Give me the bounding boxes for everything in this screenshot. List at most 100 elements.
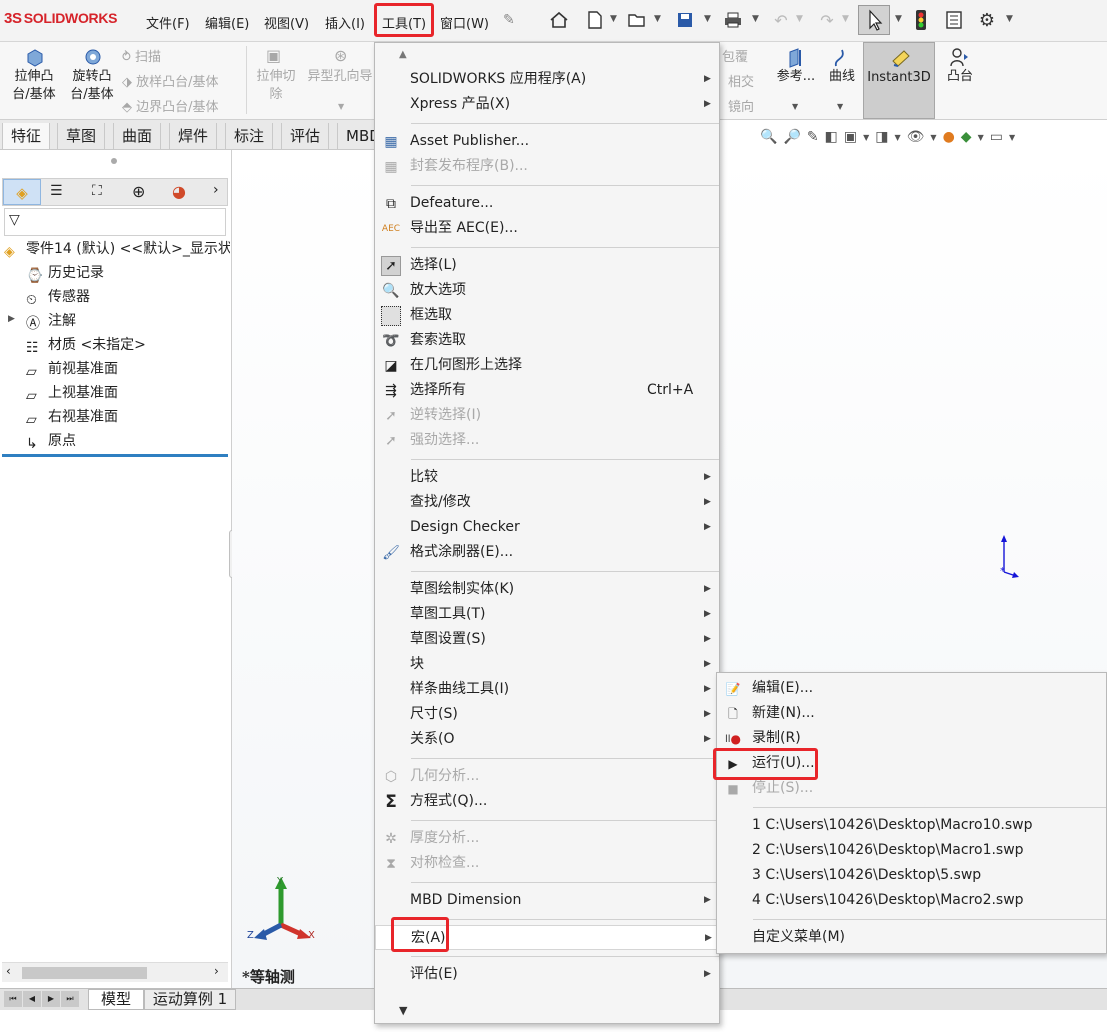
tab-surfaces[interactable]: 曲面 (113, 123, 162, 149)
hole-wizard-caret-icon[interactable]: ▼ (338, 102, 344, 111)
property-manager-tab-icon[interactable]: ☰ (50, 183, 63, 199)
new-caret-icon[interactable]: ▼ (610, 14, 617, 24)
tab-prev-icon[interactable]: ◀ (23, 991, 41, 1007)
previous-view-icon[interactable]: ✎ (807, 129, 819, 145)
select-caret-icon[interactable]: ▼ (895, 14, 902, 24)
menu-item-invert-selection[interactable]: ➚ 逆转选择(I) (375, 403, 719, 428)
tree-item-origin[interactable]: ↳ 原点 (26, 429, 76, 453)
macro-edit-item[interactable]: 📝 编辑(E)... (717, 676, 1106, 701)
menu-item-select[interactable]: ➚ 选择(L) (375, 253, 719, 278)
select-tool-button[interactable] (858, 5, 890, 35)
menu-item-magnify[interactable]: 🔍 放大选项 (375, 278, 719, 303)
macro-recent-item[interactable]: 3 C:\Users\10426\Desktop\5.swp (717, 863, 1106, 888)
intersect-button[interactable]: 相交 (728, 71, 754, 90)
menu-item-export-aec[interactable]: AEC 导出至 AEC(E)... (375, 216, 719, 241)
options-caret-icon[interactable]: ▼ (1006, 14, 1013, 24)
scroll-thumb[interactable] (22, 967, 147, 979)
reference-geometry-button[interactable]: 参考... (774, 68, 818, 86)
home-icon[interactable] (548, 8, 570, 32)
macro-recent-item[interactable]: 4 C:\Users\10426\Desktop\Macro2.swp (717, 888, 1106, 913)
configuration-manager-tab-icon[interactable]: ⛶ (92, 183, 102, 199)
tree-item-front-plane[interactable]: ▱ 前视基准面 (26, 357, 118, 381)
menu-tools[interactable]: 工具(T) (382, 13, 426, 32)
tab-markup[interactable]: 标注 (225, 123, 274, 149)
menu-item-geometry-analysis[interactable]: ⬡ 几何分析... (375, 764, 719, 789)
new-document-icon[interactable] (584, 8, 606, 32)
menu-item-mbd-dimension[interactable]: MBD Dimension ▶ (375, 888, 719, 913)
menu-item-package-publisher[interactable]: ▦ 封套发布程序(B)... (375, 154, 719, 179)
menu-item-sketch-entities[interactable]: 草图绘制实体(K) ▶ (375, 577, 719, 602)
curves-caret-icon[interactable]: ▼ (837, 102, 843, 111)
menu-insert[interactable]: 插入(I) (325, 13, 365, 32)
instant3d-button[interactable]: Instant3D (863, 42, 935, 119)
macro-recent-item[interactable]: 1 C:\Users\10426\Desktop\Macro10.swp (717, 813, 1106, 838)
mirror-button[interactable]: 镜向 (728, 96, 754, 115)
sweep-button[interactable]: ⥁ 扫描 (122, 46, 161, 65)
tab-model[interactable]: 模型 (88, 989, 144, 1010)
scenes-icon[interactable]: ◆ (961, 129, 972, 145)
undo-caret-icon[interactable]: ▼ (796, 14, 803, 24)
extrude-boss-button[interactable]: 拉伸凸 台/基体 (10, 68, 58, 104)
panel-grip-icon[interactable] (111, 158, 117, 164)
macro-recent-item[interactable]: 2 C:\Users\10426\Desktop\Macro1.swp (717, 838, 1106, 863)
menu-view[interactable]: 视图(V) (264, 13, 309, 32)
menu-item-lasso-select[interactable]: ➰ 套索选取 (375, 328, 719, 353)
tree-item-annotations[interactable]: Ⓐ 注解 (26, 309, 76, 333)
view-orientation-caret-icon[interactable]: ▼ (863, 133, 869, 142)
hole-wizard-button[interactable]: 异型孔向导 (305, 68, 375, 86)
manager-tabs-next-icon[interactable]: › (213, 182, 219, 198)
scroll-left-icon[interactable]: ‹ (6, 964, 11, 978)
hide-show-icon[interactable]: 👁 (907, 129, 925, 145)
view-settings-icon[interactable]: ▭ (990, 129, 1003, 145)
reference-caret-icon[interactable]: ▼ (792, 102, 798, 111)
tree-item-right-plane[interactable]: ▱ 右视基准面 (26, 405, 118, 429)
tab-last-icon[interactable]: ⏭ (61, 991, 79, 1007)
options-gear-icon[interactable]: ⚙ (976, 8, 998, 32)
dimxpert-tab-icon[interactable]: ⊕ (132, 182, 145, 201)
menu-item-xpress-products[interactable]: Xpress 产品(X) ▶ (375, 92, 719, 117)
macro-customize-menu-item[interactable]: 自定义菜单(M) (717, 925, 1106, 950)
menu-item-find-modify[interactable]: 查找/修改 ▶ (375, 490, 719, 515)
print-caret-icon[interactable]: ▼ (752, 14, 759, 24)
save-caret-icon[interactable]: ▼ (704, 14, 711, 24)
tab-mbd[interactable]: MBD (337, 123, 377, 149)
macro-new-item[interactable]: 🗋 新建(N)... (717, 701, 1106, 726)
boss-button[interactable]: 凸台 (944, 68, 976, 86)
tree-item-material[interactable]: ☷ 材质 <未指定> (26, 333, 146, 357)
tab-motion-study-1[interactable]: 运动算例 1 (144, 989, 236, 1010)
menu-scroll-down-icon[interactable]: ▼ (399, 1004, 407, 1017)
zoom-to-fit-icon[interactable]: 🔍 (760, 129, 777, 145)
redo-caret-icon[interactable]: ▼ (842, 14, 849, 24)
menu-item-select-on-geometry[interactable]: ◪ 在几何图形上选择 (375, 353, 719, 378)
scroll-right-icon[interactable]: › (214, 964, 219, 978)
menu-item-symmetry-check[interactable]: ⧗ 对称检查... (375, 851, 719, 876)
save-icon[interactable] (674, 8, 696, 32)
menu-scroll-up-icon[interactable]: ▲ (399, 49, 407, 60)
menu-item-dimensions[interactable]: 尺寸(S) ▶ (375, 702, 719, 727)
menu-edit[interactable]: 编辑(E) (205, 13, 249, 32)
section-view-icon[interactable]: ◧ (825, 129, 838, 145)
rollback-bar[interactable] (2, 454, 228, 457)
menu-item-sketch-tools[interactable]: 草图工具(T) ▶ (375, 602, 719, 627)
menu-item-defeature[interactable]: ⧉ Defeature... (375, 191, 719, 216)
menu-item-blocks[interactable]: 块 ▶ (375, 652, 719, 677)
tab-next-icon[interactable]: ▶ (42, 991, 60, 1007)
solidworks-logo[interactable]: 3S SOLIDWORKS (4, 10, 118, 27)
extrude-cut-button[interactable]: 拉伸切 除 (252, 68, 300, 104)
menu-item-thickness-analysis[interactable]: ✲ 厚度分析... (375, 826, 719, 851)
undo-icon[interactable]: ↶ (770, 8, 792, 32)
view-orientation-icon[interactable]: ▣ (844, 129, 857, 145)
hide-show-caret-icon[interactable]: ▼ (930, 133, 936, 142)
menu-item-spline-tools[interactable]: 样条曲线工具(I) ▶ (375, 677, 719, 702)
tab-features[interactable]: 特征 (2, 123, 51, 149)
traffic-light-icon[interactable] (910, 8, 932, 32)
print-icon[interactable] (722, 8, 744, 32)
edit-appearance-icon[interactable]: ● (943, 129, 955, 145)
menu-item-evaluate[interactable]: 评估(E) ▶ (375, 962, 719, 987)
tree-root-part[interactable]: ◈ 零件14 (默认) <<默认>_显示状 (4, 237, 230, 261)
menu-item-format-painter[interactable]: 🖌 格式涂刷器(E)... (375, 540, 719, 565)
filter-field[interactable]: ▽ (4, 208, 226, 236)
loft-button[interactable]: ⬗ 放样凸台/基体 (122, 71, 219, 90)
menu-item-design-checker[interactable]: Design Checker ▶ (375, 515, 719, 540)
menu-item-solidworks-apps[interactable]: SOLIDWORKS 应用程序(A) ▶ (375, 67, 719, 92)
